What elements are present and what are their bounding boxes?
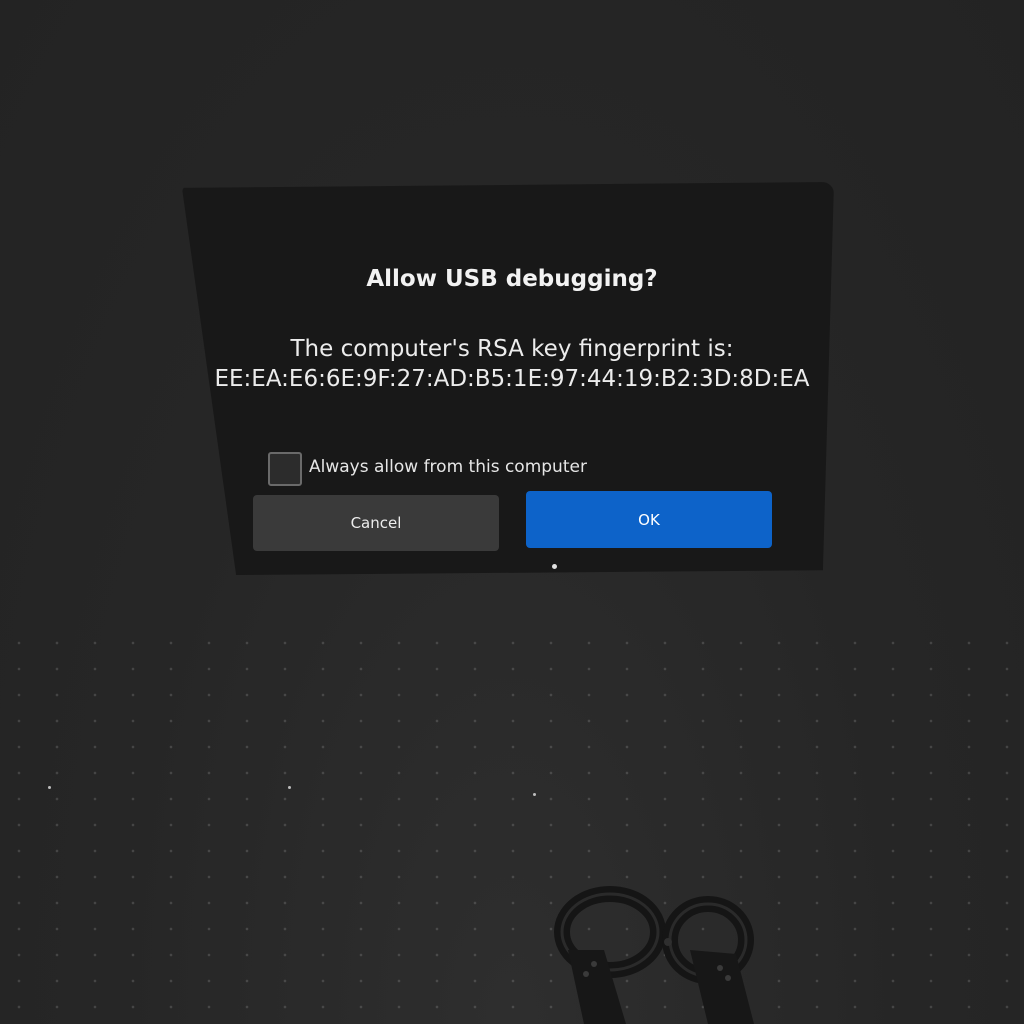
- vr-scene: Allow USB debugging? The computer's RSA …: [0, 0, 1024, 1024]
- pointer-dot: [552, 564, 557, 569]
- vr-floor-grid: [0, 630, 1024, 1024]
- floor-sparkle: [533, 793, 536, 796]
- rsa-fingerprint: EE:EA:E6:6E:9F:27:AD:B5:1E:97:44:19:B2:3…: [214, 366, 810, 392]
- dialog-title: Allow USB debugging?: [366, 266, 658, 292]
- always-allow-checkbox[interactable]: [268, 452, 302, 486]
- ok-button-label: OK: [638, 510, 660, 529]
- always-allow-label[interactable]: Always allow from this computer: [309, 457, 587, 477]
- cancel-button[interactable]: Cancel: [253, 495, 499, 551]
- floor-sparkle: [288, 786, 291, 789]
- left-controller-icon: [554, 886, 666, 1024]
- right-controller-icon: [662, 896, 754, 1024]
- floor-sparkle: [48, 786, 51, 789]
- cancel-button-label: Cancel: [350, 514, 402, 532]
- dialog-message: The computer's RSA key fingerprint is:: [290, 336, 734, 362]
- vr-controllers-icon: [554, 886, 754, 1024]
- ok-button[interactable]: OK: [526, 491, 772, 548]
